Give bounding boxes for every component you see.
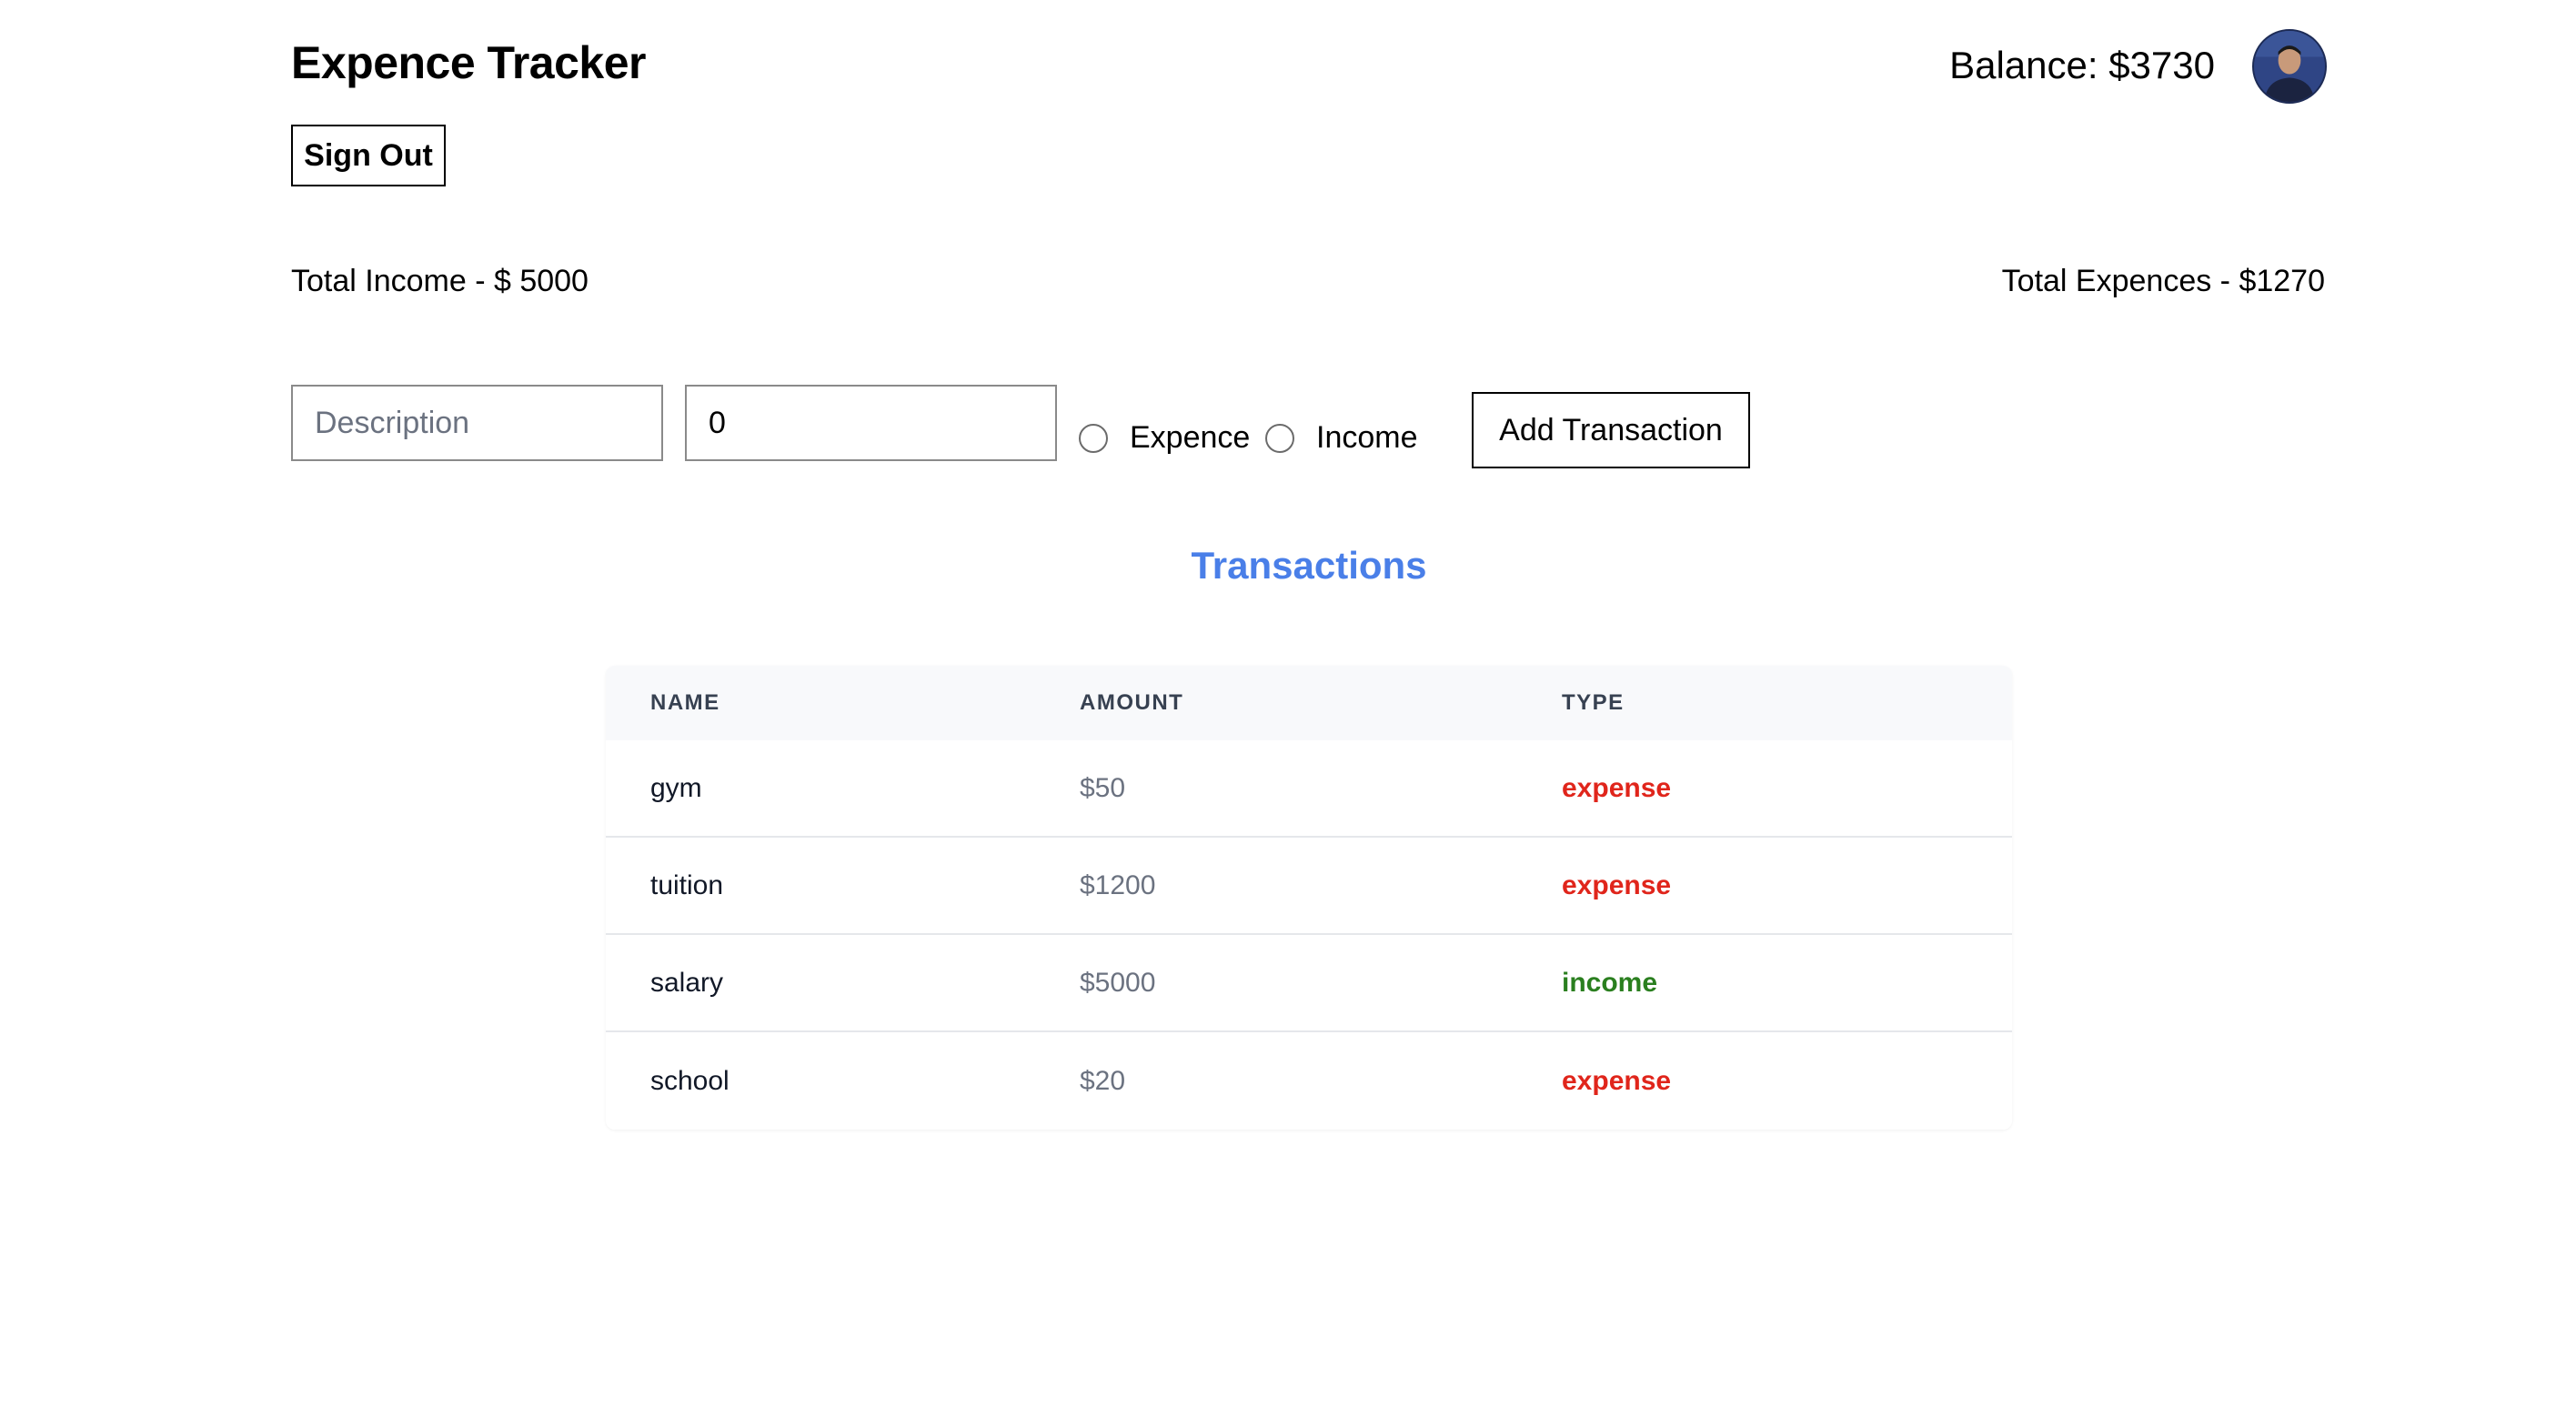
row-type: expense: [1562, 869, 1672, 900]
transactions-table: NAME AMOUNT TYPE gym $50 expense tuition…: [606, 666, 2012, 1130]
table-row: tuition $1200 expense: [606, 838, 2012, 935]
row-amount: $5000: [1080, 967, 1156, 998]
avatar-photo-icon: [2254, 31, 2325, 102]
column-header-name: NAME: [650, 690, 720, 715]
row-name: gym: [650, 772, 702, 803]
total-income: Total Income - $ 5000: [291, 264, 589, 298]
description-input[interactable]: [291, 385, 663, 461]
row-amount: $1200: [1080, 869, 1156, 900]
row-amount: $20: [1080, 1065, 1126, 1096]
table-row: school $20 expense: [606, 1032, 2012, 1130]
page: Expence Tracker Balance: $3730 Sign Out …: [0, 0, 2576, 1417]
row-amount: $50: [1080, 772, 1126, 803]
add-transaction-button[interactable]: Add Transaction: [1472, 392, 1750, 468]
row-name: school: [650, 1065, 730, 1096]
app-title: Expence Tracker: [291, 37, 647, 88]
user-avatar[interactable]: [2252, 29, 2327, 104]
table-header: NAME AMOUNT TYPE: [606, 666, 2012, 740]
transactions-heading: Transactions: [1191, 544, 1427, 587]
table-row: gym $50 expense: [606, 740, 2012, 838]
amount-input[interactable]: [685, 385, 1057, 461]
expence-radio-label[interactable]: Expence: [1130, 420, 1250, 456]
row-name: salary: [650, 967, 724, 998]
column-header-type: TYPE: [1562, 690, 1625, 715]
row-name: tuition: [650, 869, 724, 900]
income-radio-label[interactable]: Income: [1316, 420, 1418, 456]
table-row: salary $5000 income: [606, 935, 2012, 1032]
row-type: expense: [1562, 1065, 1672, 1096]
row-type: income: [1562, 967, 1658, 998]
row-type: expense: [1562, 772, 1672, 803]
expence-radio[interactable]: [1079, 424, 1108, 453]
total-expences: Total Expences - $1270: [2001, 264, 2325, 298]
sign-out-button[interactable]: Sign Out: [291, 125, 446, 186]
income-radio[interactable]: [1265, 424, 1294, 453]
column-header-amount: AMOUNT: [1080, 690, 1184, 715]
balance-display: Balance: $3730: [1949, 44, 2215, 86]
